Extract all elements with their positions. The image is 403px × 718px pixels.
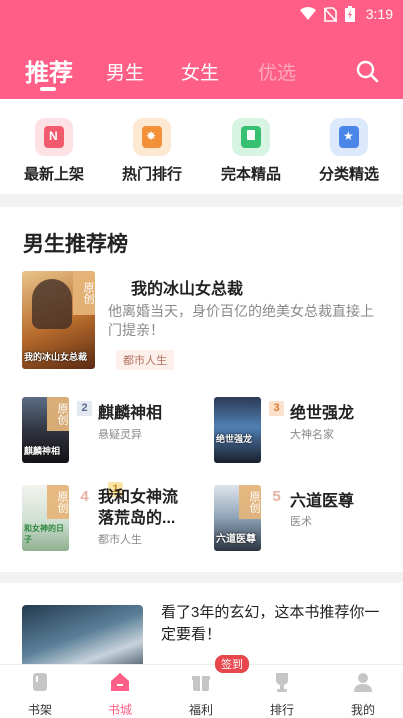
signin-badge[interactable]: 签到 xyxy=(215,655,249,673)
genre-tag: 都市人生 xyxy=(98,534,142,546)
gift-icon xyxy=(192,676,210,691)
cover-title: 麒麟神相 xyxy=(24,446,61,456)
nav-welfare[interactable]: 福利 xyxy=(171,671,231,718)
hot-rank-icon: ✸ xyxy=(133,118,171,156)
book-title[interactable]: 六道医尊 xyxy=(290,487,354,511)
original-ribbon: 原创 xyxy=(47,485,69,519)
nav-label: 书架 xyxy=(27,703,52,717)
cover-title: 六道医尊 xyxy=(216,534,256,545)
category-bar: N 最新上架 ✸ 热门排行 完本精品 ★ 分类精选 xyxy=(0,99,403,194)
nav-label: 书城 xyxy=(107,703,132,717)
original-ribbon: 原创 xyxy=(73,271,95,315)
top-tabs: 推荐 男生 女生 优选 xyxy=(0,50,403,91)
book-cover: 原创 我的冰山女总裁 xyxy=(22,271,95,369)
book-title[interactable]: 麒麟神相 xyxy=(98,399,162,423)
book-cover[interactable]: 原创 六道医尊 xyxy=(214,485,261,551)
rank-number: 4 xyxy=(80,488,89,505)
category-select[interactable]: ★ 分类精选 xyxy=(304,118,394,184)
rank-badge: 3 xyxy=(269,401,284,416)
genre-tag: 医术 xyxy=(290,516,312,528)
no-sim-icon xyxy=(324,6,337,22)
finished-books-icon xyxy=(232,118,270,156)
cover-title: 和女神的日子 xyxy=(24,524,64,544)
genre-tag: 大神名家 xyxy=(290,429,334,441)
new-books-icon: N xyxy=(35,118,73,156)
category-label: 最新上架 xyxy=(23,166,84,183)
category-label: 热门排行 xyxy=(121,166,182,183)
trophy-icon xyxy=(276,673,288,692)
bookshelf-icon xyxy=(33,673,47,691)
book-cover[interactable]: 原创 麒麟神相 xyxy=(22,397,69,463)
book-title[interactable]: 绝世强龙 xyxy=(290,399,354,423)
profile-icon xyxy=(354,673,372,692)
tab-indicator xyxy=(40,87,56,91)
tab-select[interactable]: 优选 xyxy=(258,58,296,85)
rank-number: 5 xyxy=(272,488,281,505)
genre-tag: 悬疑灵异 xyxy=(98,429,142,441)
category-hot[interactable]: ✸ 热门排行 xyxy=(107,118,197,184)
category-icon: ★ xyxy=(330,118,368,156)
section-title: 男生推荐榜 xyxy=(23,233,128,256)
nav-label: 我的 xyxy=(350,703,375,717)
nav-bookstore[interactable]: 书城 xyxy=(90,671,150,718)
category-label: 分类精选 xyxy=(318,166,379,183)
nav-bookshelf[interactable]: 书架 xyxy=(10,671,70,718)
nav-ranking[interactable]: 排行 xyxy=(252,671,312,718)
nav-label: 福利 xyxy=(188,703,213,717)
tab-male[interactable]: 男生 xyxy=(106,58,144,85)
original-ribbon: 原创 xyxy=(239,485,261,519)
status-time: 3:19 xyxy=(365,6,393,22)
cover-title: 绝世强龙 xyxy=(216,434,253,444)
book-desc: 他离婚当天，身价百亿的绝美女总裁直接上门提亲！ xyxy=(108,303,374,338)
genre-tag: 都市人生 xyxy=(116,350,174,370)
nav-label: 排行 xyxy=(269,703,294,717)
book-title: 我的冰山女总裁 xyxy=(131,281,244,298)
rank-badge: 2 xyxy=(77,401,92,416)
category-new[interactable]: N 最新上架 xyxy=(9,118,99,184)
nav-profile[interactable]: 我的 xyxy=(333,671,393,718)
home-icon xyxy=(111,673,129,691)
bottom-nav: 书架 书城 福利 排行 我的 xyxy=(0,664,403,718)
book-cover[interactable]: 绝世强龙 xyxy=(214,397,261,463)
original-ribbon: 原创 xyxy=(47,397,69,431)
battery-icon xyxy=(345,6,355,22)
category-finished[interactable]: 完本精品 xyxy=(206,118,296,184)
ranking-section: 男生推荐榜 原创 我的冰山女总裁 1 我的冰山女总裁 他离婚当天，身价百亿的绝美… xyxy=(0,207,403,572)
cover-title: 我的冰山女总裁 xyxy=(24,352,88,362)
recommend-text: 看了3年的玄幻，这本书推荐你一定要看！ xyxy=(161,604,380,643)
book-cover[interactable]: 原创 和女神的日子 xyxy=(22,485,69,551)
wifi-icon xyxy=(300,7,316,20)
search-icon[interactable] xyxy=(355,59,379,83)
header: 3:19 推荐 男生 女生 优选 xyxy=(0,0,403,99)
book-title[interactable]: 我和女神流落荒岛的... xyxy=(98,487,188,529)
tab-female[interactable]: 女生 xyxy=(181,58,219,85)
status-bar: 3:19 xyxy=(0,0,403,30)
status-icons xyxy=(300,6,355,22)
category-label: 完本精品 xyxy=(220,166,281,183)
tab-recommend[interactable]: 推荐 xyxy=(25,53,73,88)
